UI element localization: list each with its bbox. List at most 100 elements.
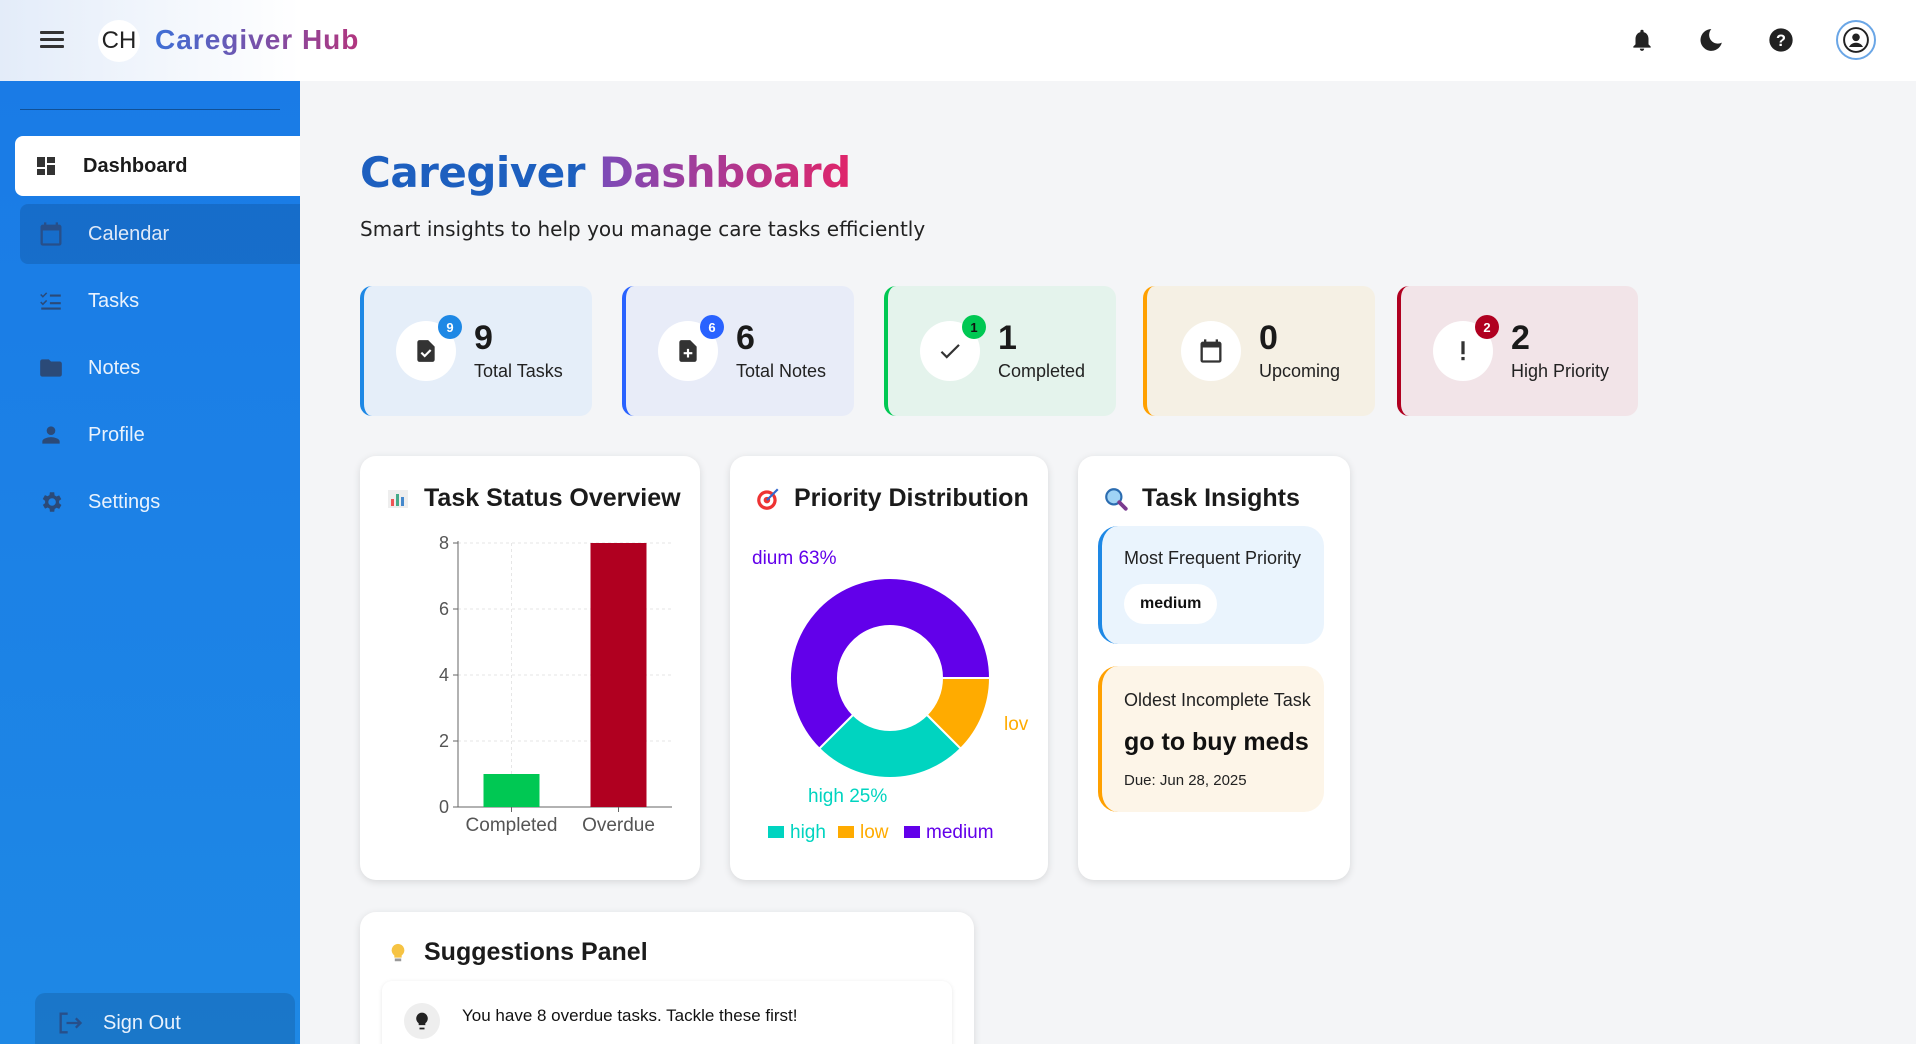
legend-label-low: low (860, 822, 889, 843)
magnifier-icon (1102, 485, 1130, 513)
sidebar-item-label: Profile (88, 423, 145, 446)
task-file-icon (417, 340, 435, 362)
logout-icon (55, 1008, 85, 1038)
oldest-task-due: Due: Jun 28, 2025 (1124, 772, 1247, 789)
folder-icon (36, 353, 66, 383)
card-title: Task Insights (1102, 484, 1300, 513)
svg-text:?: ? (1776, 32, 1786, 50)
stat-badge: 1 (962, 315, 986, 339)
legend-label-high: high (790, 822, 826, 843)
stat-label: Completed (998, 360, 1086, 381)
sidebar-item-profile[interactable]: Profile (20, 405, 300, 465)
lightbulb-icon (404, 1003, 440, 1039)
stat-badge: 2 (1475, 315, 1499, 339)
app-title: Caregiver Hub (155, 24, 360, 55)
stat-card-total-notes[interactable]: 6 6 Total Notes (622, 286, 854, 416)
legend-label-medium: medium (926, 822, 994, 843)
page-title: Caregiver Dashboard (360, 148, 851, 197)
sidebar-item-dashboard[interactable]: Dashboard (15, 136, 300, 196)
card-title-text: Task Insights (1142, 484, 1300, 512)
gear-icon (36, 487, 66, 517)
sidebar-item-label: Tasks (88, 289, 140, 312)
oldest-task-name: go to buy meds (1124, 728, 1309, 756)
calendar-icon (1200, 339, 1222, 363)
sidebar-item-settings[interactable]: Settings (20, 472, 300, 532)
logo-badge: CH (98, 20, 140, 62)
checkmark-icon (940, 344, 960, 359)
stat-value: 9 (474, 318, 493, 357)
stat-icon-circle: 9 (396, 315, 462, 381)
bar-completed (483, 774, 540, 807)
bar-overdue (590, 543, 647, 807)
sign-out-label: Sign Out (103, 1011, 181, 1034)
dark-mode-moon-icon[interactable] (1695, 24, 1727, 56)
notifications-bell-icon[interactable] (1626, 24, 1658, 56)
sidebar-item-label: Calendar (88, 222, 170, 245)
person-icon (36, 420, 66, 450)
legend-swatch-low (838, 826, 854, 838)
legend-swatch-high (768, 826, 784, 838)
stat-badge: 6 (700, 315, 724, 339)
account-avatar-icon[interactable] (1836, 20, 1876, 60)
priority-chip: medium (1124, 584, 1218, 624)
sidebar-item-notes[interactable]: Notes (20, 338, 300, 398)
task-status-bar-chart: 0 2 4 6 8 Completed Overdue (439, 533, 672, 836)
stat-card-high-priority[interactable]: 2 2 High Priority (1397, 286, 1638, 416)
stat-badge: 9 (438, 315, 462, 339)
top-bar: CH Caregiver Hub ? (0, 0, 1916, 81)
suggestion-item: You have 8 overdue tasks. Tackle these f… (382, 981, 952, 1044)
task-insights-card: Task Insights Most Frequent Priority med… (1078, 456, 1350, 880)
stat-icon-circle: 6 (658, 315, 724, 381)
stat-label: Total Tasks (474, 360, 563, 381)
stat-value: 1 (998, 318, 1017, 357)
checklist-icon (36, 286, 66, 316)
calendar-icon (36, 219, 66, 249)
stat-label: Total Notes (736, 360, 827, 381)
y-tick-label: 6 (439, 599, 449, 619)
legend-swatch-medium (904, 826, 920, 838)
page-subtitle: Smart insights to help you manage care t… (360, 217, 926, 241)
help-icon[interactable]: ? (1765, 24, 1797, 56)
sidebar-item-calendar[interactable]: Calendar (20, 204, 300, 264)
sidebar-divider (20, 109, 280, 110)
card-title: Suggestions Panel (384, 938, 648, 967)
sidebar-item-label: Settings (88, 490, 161, 513)
stat-card-completed[interactable]: 1 1 Completed (884, 286, 1116, 416)
exclamation-icon (1461, 341, 1465, 361)
page-title-part1: Caregiver (360, 148, 585, 197)
dashboard-icon (31, 151, 61, 181)
menu-icon[interactable] (40, 27, 68, 53)
data-label-medium: dium 63% (752, 548, 837, 569)
stat-icon-circle: 1 (920, 315, 986, 381)
y-tick-label: 2 (439, 731, 449, 751)
y-tick-label: 0 (439, 797, 449, 817)
data-label-low: lov (1004, 714, 1029, 735)
oldest-incomplete-task-panel: Oldest Incomplete Task go to buy meds Du… (1098, 666, 1324, 812)
priority-distribution-card: Priority Distribution dium 63% lov high 25… (730, 456, 1048, 880)
data-label-high: high 25% (808, 786, 887, 807)
stat-icon-circle: 2 (1433, 315, 1499, 381)
y-tick-label: 4 (439, 665, 449, 685)
stat-value: 0 (1259, 318, 1278, 357)
sidebar-item-tasks[interactable]: Tasks (20, 271, 300, 331)
stat-label: Upcoming (1259, 360, 1341, 381)
page-title-part2: Dashboard (599, 148, 851, 197)
insight-heading: Most Frequent Priority (1124, 548, 1302, 568)
sidebar-item-label: Dashboard (83, 154, 188, 177)
stat-card-upcoming[interactable]: 0 Upcoming (1143, 286, 1375, 416)
priority-donut-chart: dium 63% lov high 25% high low medium (752, 548, 1029, 843)
suggestions-panel-card: Suggestions Panel You have 8 overdue tas… (360, 912, 974, 1044)
task-status-card: Task Status Overview 0 2 4 6 8 Completed Overd… (360, 456, 700, 880)
stat-icon-circle (1181, 321, 1241, 381)
y-tick-label: 8 (439, 533, 449, 553)
stat-value: 6 (736, 318, 755, 357)
note-add-icon (679, 340, 697, 362)
stat-label: High Priority (1511, 360, 1610, 381)
x-tick-label: Overdue (582, 815, 655, 836)
insight-heading: Oldest Incomplete Task (1124, 690, 1311, 710)
sidebar-item-label: Notes (88, 356, 141, 379)
stat-value: 2 (1511, 318, 1530, 357)
stat-card-total-tasks[interactable]: 9 9 Total Tasks (360, 286, 592, 416)
sign-out-button[interactable]: Sign Out (35, 993, 295, 1044)
most-frequent-priority-panel: Most Frequent Priority medium (1098, 526, 1324, 644)
